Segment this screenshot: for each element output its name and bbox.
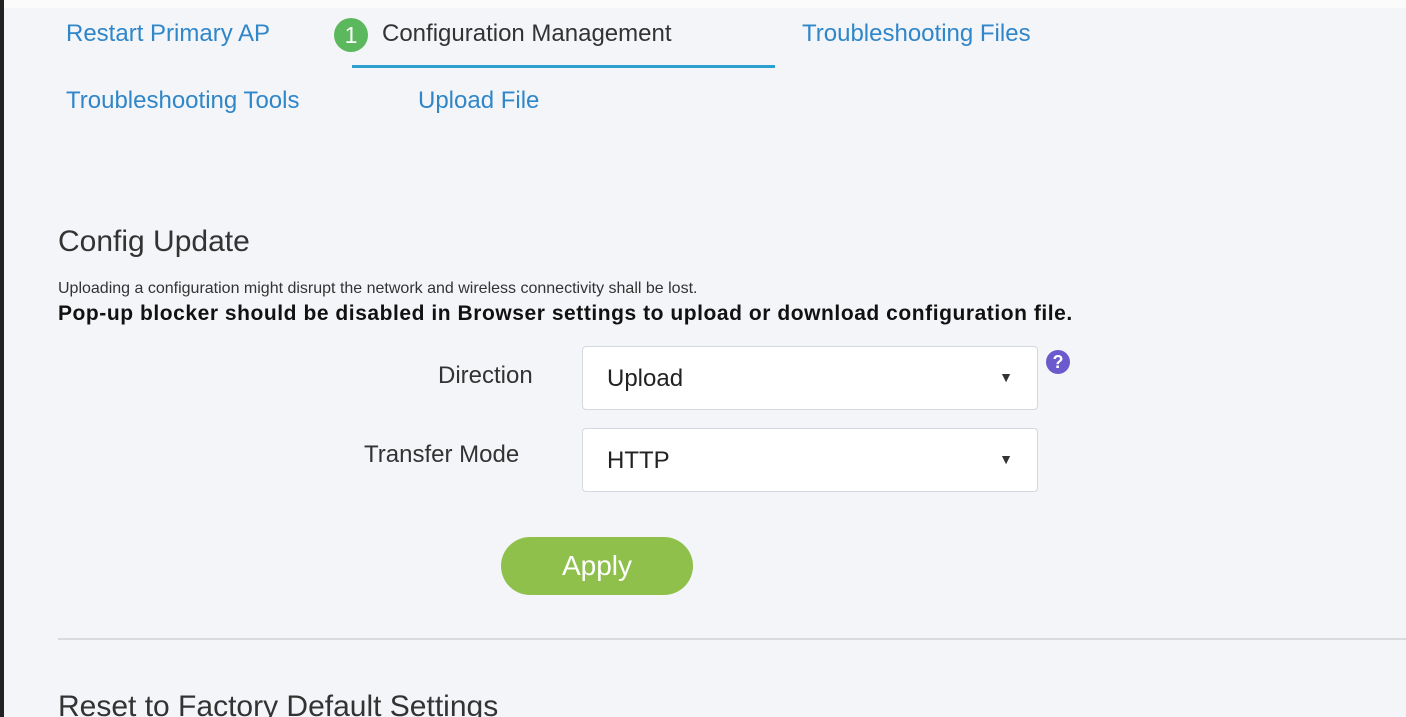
step-badge: 1 bbox=[334, 18, 368, 52]
config-update-warning: Uploading a configuration might disrupt … bbox=[58, 280, 698, 297]
caret-down-icon: ▼ bbox=[999, 451, 1013, 467]
transfer-mode-selected-value: HTTP bbox=[607, 447, 670, 474]
left-border bbox=[0, 0, 4, 717]
tab-troubleshooting-files[interactable]: Troubleshooting Files bbox=[802, 20, 1031, 48]
section-divider bbox=[58, 638, 1406, 640]
tab-upload-file[interactable]: Upload File bbox=[418, 87, 539, 115]
apply-button[interactable]: Apply bbox=[501, 537, 693, 595]
tab-restart-primary-ap[interactable]: Restart Primary AP bbox=[66, 20, 270, 48]
top-strip bbox=[4, 0, 1406, 8]
popup-blocker-note: Pop-up blocker should be disabled in Bro… bbox=[58, 302, 1073, 325]
direction-select[interactable]: Upload ▼ bbox=[582, 346, 1038, 410]
active-tab-underline bbox=[352, 65, 775, 68]
tab-troubleshooting-tools[interactable]: Troubleshooting Tools bbox=[66, 87, 299, 115]
direction-label: Direction bbox=[438, 362, 533, 389]
config-update-title: Config Update bbox=[58, 225, 250, 258]
reset-factory-defaults-title: Reset to Factory Default Settings bbox=[58, 690, 499, 717]
transfer-mode-select[interactable]: HTTP ▼ bbox=[582, 428, 1038, 492]
question-circle-icon[interactable]: ? bbox=[1046, 350, 1070, 374]
direction-selected-value: Upload bbox=[607, 365, 684, 392]
tab-configuration-management[interactable]: Configuration Management bbox=[382, 20, 672, 48]
page: Restart Primary AP 1 Configuration Manag… bbox=[0, 0, 1406, 717]
transfer-mode-label: Transfer Mode bbox=[364, 441, 520, 468]
caret-down-icon: ▼ bbox=[999, 369, 1013, 385]
